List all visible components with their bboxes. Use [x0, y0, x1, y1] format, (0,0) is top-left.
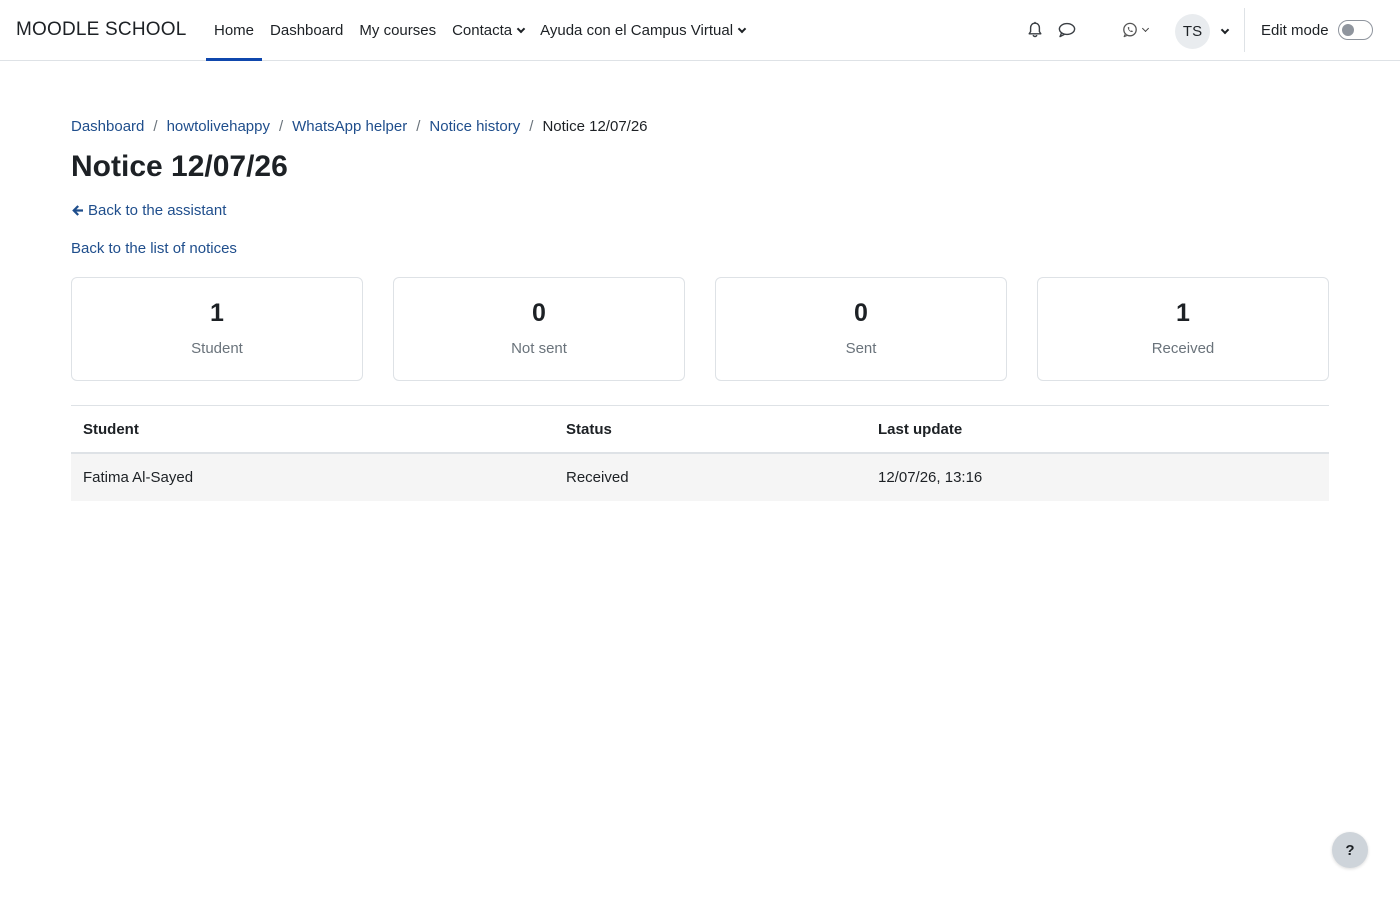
breadcrumb-separator: / [529, 118, 534, 135]
messages-button[interactable] [1055, 18, 1079, 42]
column-header-student: Student [83, 421, 139, 438]
table-header: Student Status Last update [71, 406, 1329, 454]
stat-card-not-sent: 0 Not sent [393, 277, 685, 381]
recipients-table: Student Status Last update Fatima Al-Say… [71, 405, 1329, 501]
breadcrumb-separator: / [278, 118, 284, 135]
chevron-down-icon [516, 24, 526, 33]
whatsapp-menu[interactable] [1122, 18, 1150, 42]
nav-ayuda-dropdown[interactable]: Ayuda con el Campus Virtual [532, 0, 753, 60]
arrow-left-icon [72, 205, 83, 216]
breadcrumb-current: Notice 12/07/26 [542, 118, 648, 135]
edit-mode-control: Edit mode [1261, 20, 1373, 40]
site-brand[interactable]: MOODLE SCHOOL [16, 19, 186, 41]
nav-my-courses[interactable]: My courses [351, 0, 444, 60]
table-row: Fatima Al-Sayed Received 12/07/26, 13:16 [71, 454, 1329, 501]
breadcrumb-separator: / [153, 118, 158, 135]
nav-my-courses-label: My courses [359, 21, 437, 39]
breadcrumb-separator: / [416, 118, 421, 135]
edit-mode-toggle[interactable] [1337, 20, 1373, 40]
nav-ayuda-label: Ayuda con el Campus Virtual [540, 21, 734, 39]
nav-home-label: Home [214, 21, 255, 39]
back-to-assistant-label: Back to the assistant [88, 202, 227, 219]
nav-home[interactable]: Home [206, 0, 263, 61]
stat-value: 1 [1176, 299, 1190, 327]
stat-label: Sent [845, 340, 877, 357]
toggle-knob [1341, 24, 1354, 36]
chevron-down-icon [1220, 25, 1230, 35]
nav-contacta-label: Contacta [452, 21, 513, 39]
chevron-down-icon [1141, 24, 1150, 33]
stat-value: 1 [210, 299, 224, 327]
nav-contacta-dropdown[interactable]: Contacta [444, 0, 532, 60]
edit-mode-label: Edit mode [1261, 21, 1329, 39]
column-header-status: Status [566, 421, 612, 438]
user-menu[interactable]: TS [1175, 14, 1230, 49]
avatar: TS [1175, 14, 1210, 49]
cell-status: Received [566, 469, 629, 486]
nav-dashboard[interactable]: Dashboard [262, 0, 351, 60]
breadcrumb-dashboard[interactable]: Dashboard [71, 118, 144, 135]
stat-card-students: 1 Student [71, 277, 363, 381]
cell-student: Fatima Al-Sayed [83, 469, 194, 486]
stat-label: Student [191, 340, 243, 357]
breadcrumb-notice-history[interactable]: Notice history [429, 118, 520, 135]
stat-label: Not sent [511, 340, 567, 357]
stat-card-received: 1 Received [1037, 277, 1329, 381]
chat-icon [1058, 22, 1076, 38]
column-header-last-update: Last update [878, 421, 963, 438]
primary-navigation: Home Dashboard My courses Contacta Ayuda… [206, 0, 753, 61]
chevron-down-icon [737, 24, 747, 33]
stat-value: 0 [532, 299, 546, 327]
cell-last-update: 12/07/26, 13:16 [878, 469, 983, 486]
stat-card-sent: 0 Sent [715, 277, 1007, 381]
help-button[interactable]: ? [1332, 832, 1368, 868]
top-navbar: MOODLE SCHOOL Home Dashboard My courses … [0, 0, 1400, 61]
nav-dashboard-label: Dashboard [270, 21, 344, 39]
bell-icon [1028, 21, 1042, 38]
breadcrumb-whatsapp-helper[interactable]: WhatsApp helper [292, 118, 407, 135]
page-title: Notice 12/07/26 [71, 150, 288, 183]
stat-label: Received [1151, 340, 1215, 357]
back-to-list-link[interactable]: Back to the list of notices [71, 240, 237, 257]
navbar-divider [1244, 8, 1245, 52]
stat-value: 0 [854, 299, 868, 327]
breadcrumb: Dashboard / howtolivehappy / WhatsApp he… [71, 118, 648, 135]
breadcrumb-course[interactable]: howtolivehappy [167, 118, 270, 135]
whatsapp-icon [1123, 22, 1137, 38]
back-to-assistant-link[interactable]: Back to the assistant [71, 202, 226, 219]
notifications-button[interactable] [1023, 18, 1047, 42]
